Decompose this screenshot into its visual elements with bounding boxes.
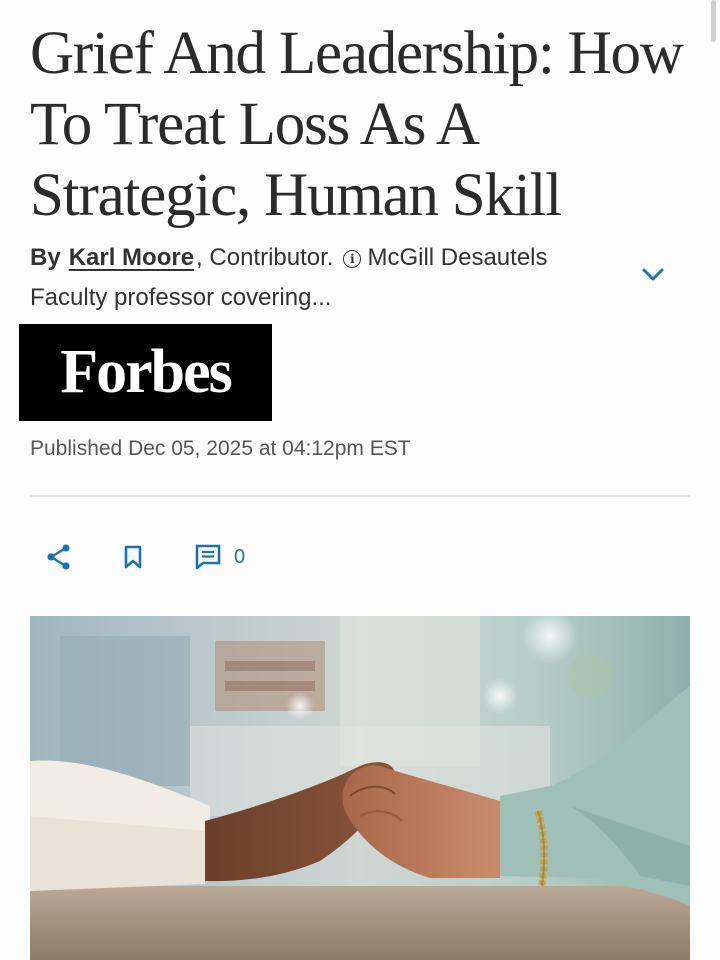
byline: By Karl Moore, Contributor. i McGill Desaut… bbox=[30, 238, 630, 318]
published-date: Published Dec 05, 2025 at 04:12pm EST bbox=[30, 437, 411, 460]
info-icon[interactable]: i bbox=[343, 250, 362, 268]
share-button[interactable] bbox=[46, 543, 72, 571]
comment-count: 0 bbox=[234, 545, 246, 568]
article-page: Grief And Leadership: How To Treat Loss … bbox=[0, 0, 720, 960]
expand-byline-button[interactable] bbox=[638, 262, 668, 288]
author-role: , Contributor. bbox=[196, 244, 334, 271]
hero-image bbox=[30, 616, 690, 960]
holding-hands-photo bbox=[30, 616, 690, 960]
author-link[interactable]: Karl Moore bbox=[69, 244, 194, 271]
byline-by: By bbox=[30, 244, 61, 271]
chevron-down-icon bbox=[642, 268, 664, 281]
bookmark-button[interactable] bbox=[122, 544, 144, 570]
comments-button[interactable]: 0 bbox=[194, 543, 245, 571]
bookmark-icon bbox=[124, 545, 142, 569]
article-headline: Grief And Leadership: How To Treat Loss … bbox=[30, 20, 684, 229]
divider bbox=[30, 495, 690, 497]
comment-icon bbox=[195, 544, 221, 570]
scrollbar[interactable] bbox=[711, 0, 716, 42]
article-actions-bar: 0 bbox=[46, 541, 245, 573]
forbes-logo[interactable]: Forbes bbox=[19, 324, 272, 421]
share-icon bbox=[47, 544, 70, 570]
